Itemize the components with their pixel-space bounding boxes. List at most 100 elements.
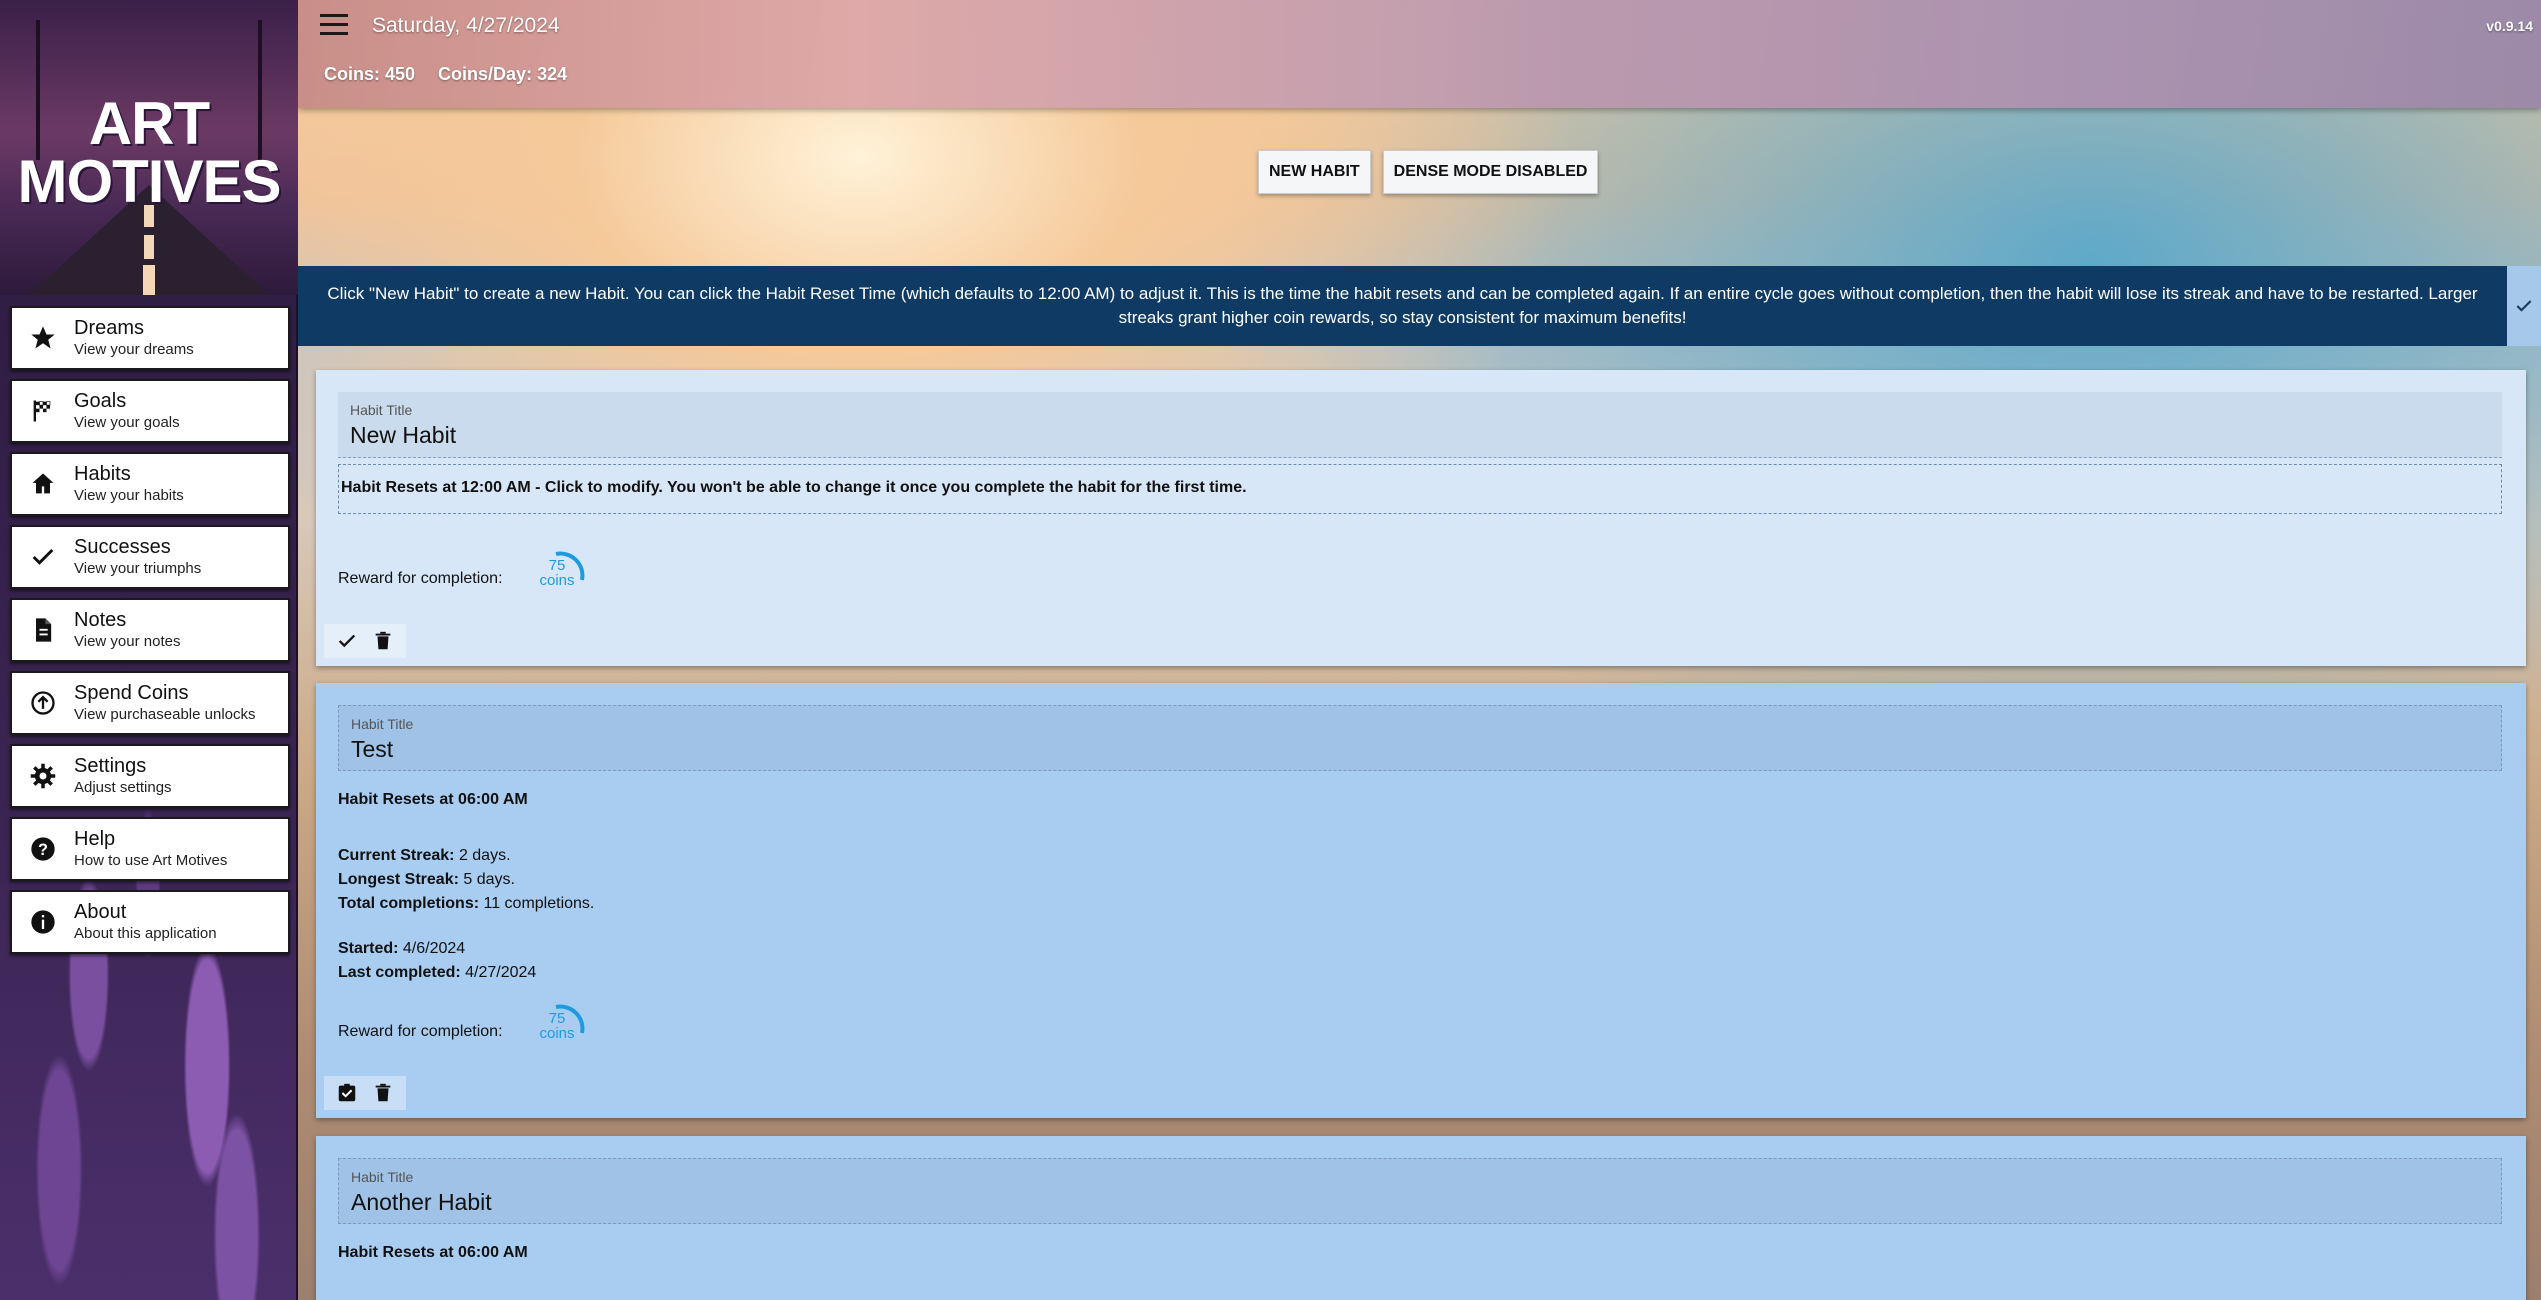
habit-toolbar: NEW HABIT DENSE MODE DISABLED [1258,150,1599,194]
reward-indicator: 75 coins [534,1001,590,1057]
coins-count: Coins: 450 [324,64,416,84]
new-habit-button[interactable]: NEW HABIT [1258,150,1371,194]
reward-text: 75 coins [534,558,580,588]
top-bar: Saturday, 4/27/2024 Coins: 450 Coins/Day… [298,0,2541,108]
habit-actions [324,624,406,658]
reward-unit: coins [539,1025,575,1042]
sidebar-item-notes[interactable]: Notes View your notes [10,598,290,662]
habit-title-field[interactable]: Habit Title [338,705,2502,771]
habit-reset-time: Habit Resets at 06:00 AM [338,1244,528,1261]
banner-dismiss-button[interactable] [2507,266,2541,346]
sidebar-item-goals[interactable]: Goals View your goals [10,379,290,443]
sidebar-nav: Dreams View your dreams Goals View your … [10,306,290,963]
sidebar-item-title: Dreams [74,317,145,339]
logo-text: ART MOTIVES [0,90,298,215]
road-line [143,265,155,295]
star-icon [12,324,74,352]
checkmark-icon [338,634,356,648]
info-banner-text: Click "New Habit" to create a new Habit.… [327,284,2478,327]
sidebar-item-help[interactable]: ? Help How to use Art Motives [10,817,290,881]
reward-label: Reward for completion: [338,1023,503,1040]
started-value: 4/6/2024 [402,940,466,957]
coins-per-day: Coins/Day: 324 [438,64,568,84]
sidebar-item-subtitle: How to use Art Motives [74,852,228,869]
arrow-up-circle-icon [12,689,74,717]
sidebar-item-habits[interactable]: Habits View your habits [10,452,290,516]
sidebar-item-subtitle: View your dreams [74,341,194,358]
sidebar-item-title: About [74,901,127,923]
sidebar-item-spend-coins[interactable]: Spend Coins View purchaseable unlocks [10,671,290,735]
trash-icon [375,631,391,650]
coins-summary: Coins: 450 Coins/Day: 324 [324,64,585,85]
longest-streak-label: Longest Streak: [338,871,459,888]
main-content: Saturday, 4/27/2024 Coins: 450 Coins/Day… [298,0,2541,1300]
sidebar-item-title: Goals [74,390,127,412]
habit-title-label: Habit Title [350,402,413,418]
hamburger-menu-icon[interactable] [320,14,348,38]
habit-reset-time: Habit Resets at 06:00 AM [338,791,528,808]
habit-title-input[interactable] [350,422,2490,449]
document-icon [12,616,74,644]
current-streak: Current Streak: 2 days. [338,847,511,865]
sidebar-item-about[interactable]: About About this application [10,890,290,954]
reward-amount: 75 [548,557,566,574]
started-date: Started: 4/6/2024 [338,940,465,958]
sidebar-item-subtitle: View your goals [74,414,180,431]
sidebar-item-dreams[interactable]: Dreams View your dreams [10,306,290,370]
habit-title-input[interactable] [351,1189,2489,1216]
sidebar-item-title: Successes [74,536,171,558]
habit-title-label: Habit Title [351,716,414,732]
habit-title-field[interactable]: Habit Title [338,392,2502,458]
sidebar-item-successes[interactable]: Successes View your triumphs [10,525,290,589]
habit-title-label: Habit Title [351,1169,414,1185]
current-streak-label: Current Streak: [338,847,455,864]
current-streak-value: 2 days. [458,847,511,864]
habit-card-test: Habit Title Habit Resets at 06:00 AM Cur… [316,683,2526,1118]
completed-habit-button[interactable] [332,1080,362,1106]
logo-line-2: MOTIVES [17,148,281,215]
reward-text: 75 coins [534,1011,580,1041]
road-line [144,235,154,259]
help-circle-icon: ? [12,835,74,863]
reward-label: Reward for completion: [338,570,503,587]
sidebar-item-settings[interactable]: Settings Adjust settings [10,744,290,808]
total-completions-value: 11 completions. [483,895,595,912]
sidebar-item-subtitle: View your notes [74,633,181,650]
reward-unit: coins [539,572,575,589]
sidebar-item-subtitle: About this application [74,925,217,942]
checkmark-icon [12,543,74,571]
info-circle-icon [12,908,74,936]
last-completed-date: Last completed: 4/27/2024 [338,964,536,982]
longest-streak-value: 5 days. [463,871,515,888]
reward-indicator: 75 coins [534,548,590,604]
habit-title-field[interactable]: Habit Title [338,1158,2502,1224]
gear-icon [12,762,74,790]
home-icon [12,470,74,498]
sidebar-item-subtitle: View purchaseable unlocks [74,706,256,723]
habit-title-input[interactable] [351,736,2489,763]
info-banner: Click "New Habit" to create a new Habit.… [298,266,2507,346]
current-date: Saturday, 4/27/2024 [372,14,560,37]
trash-icon [375,1083,391,1102]
svg-text:?: ? [38,841,48,859]
sidebar-item-subtitle: View your triumphs [74,560,202,577]
total-completions-label: Total completions: [338,895,480,912]
last-completed-label: Last completed: [338,964,461,981]
app-logo: ART MOTIVES [0,0,298,295]
dense-mode-toggle-button[interactable]: DENSE MODE DISABLED [1382,150,1599,194]
checkered-flag-icon [12,397,74,425]
complete-habit-button[interactable] [332,628,362,654]
sidebar-item-title: Help [74,828,116,850]
habit-reset-time-button[interactable]: Habit Resets at 12:00 AM - Click to modi… [338,464,2502,514]
sidebar-item-title: Spend Coins [74,682,189,704]
delete-habit-button[interactable] [368,628,398,654]
checkmark-icon [2516,300,2532,312]
habit-actions [324,1076,406,1110]
app-version: v0.9.14 [2486,18,2533,34]
last-completed-value: 4/27/2024 [465,964,537,981]
delete-habit-button[interactable] [368,1080,398,1106]
reward-amount: 75 [548,1010,566,1027]
sidebar-item-subtitle: Adjust settings [74,779,172,796]
logo-line-1: ART [88,90,210,157]
habit-card-new-habit: Habit Title Habit Resets at 12:00 AM - C… [316,370,2526,666]
